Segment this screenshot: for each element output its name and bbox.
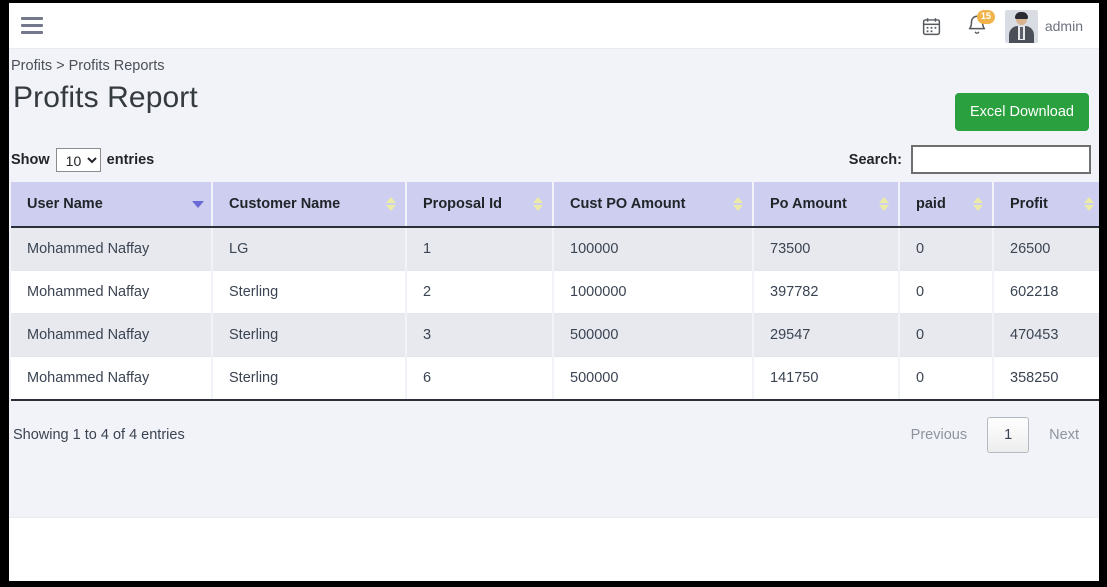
cell-paid: 0	[899, 227, 994, 271]
table-row: Mohammed Naffay Sterling 3 500000 29547 …	[11, 313, 1099, 357]
cell-po-amount: 29547	[753, 313, 900, 357]
cell-customer-name: LG	[212, 227, 407, 271]
window-frame: 15 admin Profits > Profits Reports Profi…	[0, 0, 1107, 587]
column-header-profit[interactable]: Profit	[993, 182, 1099, 228]
column-label: paid	[916, 196, 946, 212]
avatar	[1004, 9, 1038, 43]
column-header-customer-name[interactable]: Customer Name	[212, 182, 407, 228]
cell-paid: 0	[899, 356, 994, 401]
avatar-hair	[1014, 11, 1028, 19]
column-header-po-amount[interactable]: Po Amount	[753, 182, 900, 228]
table-row: Mohammed Naffay LG 1 100000 73500 0 2650…	[11, 227, 1099, 271]
column-label: User Name	[27, 196, 103, 212]
table-info: Showing 1 to 4 of 4 entries	[13, 427, 185, 443]
search-control: Search:	[849, 145, 1091, 174]
cell-user-name: Mohammed Naffay	[11, 313, 213, 357]
cell-cust-po-amount: 500000	[553, 356, 754, 401]
cell-po-amount: 73500	[753, 227, 900, 271]
table-controls: Show 10 entries Search:	[9, 131, 1099, 182]
search-label: Search:	[848, 151, 902, 168]
cell-proposal-id: 6	[406, 356, 554, 401]
pagination-previous[interactable]: Previous	[899, 419, 979, 451]
cell-customer-name: Sterling	[212, 356, 407, 401]
column-header-user-name[interactable]: User Name	[11, 182, 213, 228]
sort-both-icon	[1084, 197, 1094, 211]
entries-label: entries	[106, 151, 155, 168]
column-label: Po Amount	[770, 196, 847, 212]
profits-table: User Name Customer Name Proposal Id Cust…	[11, 182, 1099, 401]
breadcrumb-text[interactable]: Profits > Profits Reports	[11, 58, 165, 74]
search-input[interactable]	[911, 145, 1091, 174]
page-length-select[interactable]: 10	[55, 147, 101, 172]
pagination-next[interactable]: Next	[1037, 419, 1091, 451]
cell-cust-po-amount: 500000	[553, 313, 754, 357]
table-header-row: User Name Customer Name Proposal Id Cust…	[11, 182, 1099, 228]
user-name-label: admin	[1044, 18, 1083, 34]
page-title: Profits Report	[13, 81, 198, 114]
page-length-control: Show 10 entries	[11, 147, 155, 172]
column-label: Cust PO Amount	[570, 196, 686, 212]
column-label: Proposal Id	[423, 196, 502, 212]
pagination: Previous 1 Next	[899, 417, 1091, 453]
sort-both-icon	[879, 197, 889, 211]
user-menu[interactable]: admin	[1001, 3, 1091, 49]
hamburger-bar	[21, 31, 43, 34]
column-header-cust-po-amount[interactable]: Cust PO Amount	[553, 182, 754, 228]
cell-customer-name: Sterling	[212, 313, 407, 357]
cell-paid: 0	[899, 270, 994, 314]
cell-po-amount: 397782	[753, 270, 900, 314]
hamburger-bar	[21, 17, 43, 20]
column-label: Customer Name	[229, 196, 341, 212]
sort-both-icon	[733, 197, 743, 211]
sort-both-icon	[386, 197, 396, 211]
column-label: Profit	[1010, 196, 1048, 212]
cell-user-name: Mohammed Naffay	[11, 227, 213, 271]
sort-desc-icon	[192, 197, 204, 211]
excel-download-button[interactable]: Excel Download	[955, 93, 1089, 131]
sort-both-icon	[973, 197, 983, 211]
cell-cust-po-amount: 1000000	[553, 270, 754, 314]
show-label: Show	[11, 151, 50, 168]
table-head: User Name Customer Name Proposal Id Cust…	[11, 182, 1099, 228]
cell-proposal-id: 1	[406, 227, 554, 271]
cell-po-amount: 141750	[753, 356, 900, 401]
calendar-icon	[923, 17, 941, 35]
cell-proposal-id: 2	[406, 270, 554, 314]
column-header-paid[interactable]: paid	[899, 182, 994, 228]
cell-paid: 0	[899, 313, 994, 357]
navbar-right-group: 15 admin	[909, 3, 1091, 49]
top-navbar: 15 admin	[9, 3, 1099, 49]
cell-user-name: Mohammed Naffay	[11, 270, 213, 314]
table-row: Mohammed Naffay Sterling 6 500000 141750…	[11, 356, 1099, 401]
hamburger-bar	[21, 24, 43, 27]
cell-user-name: Mohammed Naffay	[11, 356, 213, 401]
pagination-page-1[interactable]: 1	[987, 417, 1030, 453]
cell-customer-name: Sterling	[212, 270, 407, 314]
table-wrapper: User Name Customer Name Proposal Id Cust…	[9, 182, 1099, 401]
cell-profit: 470453	[993, 313, 1099, 357]
table-body: Mohammed Naffay LG 1 100000 73500 0 2650…	[11, 227, 1099, 401]
column-header-proposal-id[interactable]: Proposal Id	[406, 182, 554, 228]
cell-proposal-id: 3	[406, 313, 554, 357]
bell-wrapper: 15	[966, 10, 995, 38]
notifications-button[interactable]: 15	[955, 3, 1001, 49]
cell-cust-po-amount: 100000	[553, 227, 754, 271]
page-footer-strip	[9, 517, 1099, 562]
cell-profit: 602218	[993, 270, 1099, 314]
table-row: Mohammed Naffay Sterling 2 1000000 39778…	[11, 270, 1099, 314]
table-footer: Showing 1 to 4 of 4 entries Previous 1 N…	[9, 401, 1099, 453]
app-viewport: 15 admin Profits > Profits Reports Profi…	[9, 3, 1099, 581]
page-header: Profits Report Excel Download	[9, 79, 1099, 131]
calendar-button[interactable]	[909, 3, 955, 49]
breadcrumb: Profits > Profits Reports	[9, 49, 1099, 79]
cell-profit: 26500	[993, 227, 1099, 271]
avatar-tie	[1019, 26, 1023, 39]
menu-toggle-icon[interactable]	[19, 15, 45, 37]
page-content: Profits > Profits Reports Profits Report…	[9, 49, 1099, 562]
notification-badge: 15	[976, 10, 995, 24]
sort-both-icon	[533, 197, 543, 211]
cell-profit: 358250	[993, 356, 1099, 401]
